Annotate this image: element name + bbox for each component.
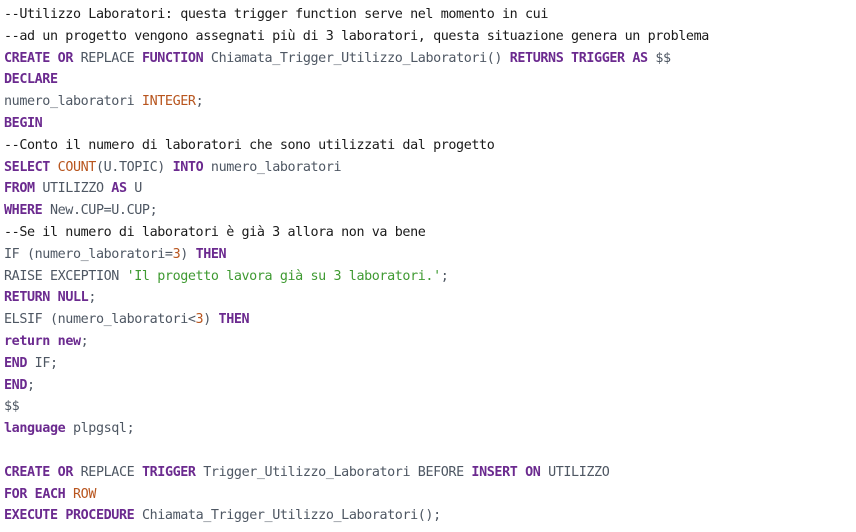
code-punctuation bbox=[50, 160, 58, 175]
code-identifier: (U.TOPIC) bbox=[95, 159, 173, 175]
code-identifier: REPLACE bbox=[72, 50, 142, 66]
code-keyword: TRIGGER bbox=[141, 464, 196, 480]
code-identifier: $$ bbox=[647, 50, 671, 66]
code-comment: --Se il numero di laboratori è già 3 all… bbox=[4, 224, 426, 240]
code-string: 'Il progetto lavora già su 3 laboratori.… bbox=[126, 268, 442, 284]
code-identifier: ) bbox=[203, 312, 219, 328]
code-line: numero_laboratori INTEGER; bbox=[4, 91, 856, 113]
code-identifier: Trigger_Utilizzo_Laboratori BEFORE bbox=[195, 464, 472, 480]
code-punctuation bbox=[50, 334, 58, 349]
code-keyword: BEGIN bbox=[4, 115, 43, 131]
code-keyword: CREATE bbox=[4, 50, 50, 66]
code-identifier: $$ bbox=[4, 399, 20, 415]
code-keyword: language bbox=[4, 421, 66, 437]
code-identifier: IF; bbox=[27, 355, 58, 371]
code-keyword: DECLARE bbox=[4, 72, 58, 88]
code-type: COUNT bbox=[57, 159, 97, 175]
code-line: SELECT COUNT(U.TOPIC) INTO numero_labora… bbox=[4, 157, 856, 179]
code-line: CREATE OR REPLACE TRIGGER Trigger_Utiliz… bbox=[4, 462, 856, 484]
code-keyword: NULL bbox=[57, 290, 89, 306]
code-keyword: INSERT bbox=[471, 464, 518, 480]
code-line: EXECUTE PROCEDURE Chiamata_Trigger_Utili… bbox=[4, 505, 856, 527]
code-line: FOR EACH ROW bbox=[4, 484, 856, 506]
code-keyword: EACH bbox=[34, 486, 66, 502]
code-identifier: Chiamata_Trigger_Utilizzo_Laboratori() bbox=[203, 50, 510, 66]
code-punctuation bbox=[517, 465, 525, 480]
code-line: BEGIN bbox=[4, 113, 856, 135]
code-keyword: OR bbox=[57, 50, 74, 66]
code-punctuation bbox=[50, 290, 58, 305]
code-keyword: PROCEDURE bbox=[65, 508, 135, 524]
code-punctuation bbox=[50, 465, 58, 480]
code-keyword: RETURNS bbox=[509, 50, 564, 66]
code-line: FROM UTILIZZO AS U bbox=[4, 178, 856, 200]
code-line: DECLARE bbox=[4, 69, 856, 91]
code-identifier: plpgsql; bbox=[65, 421, 135, 437]
code-punctuation: ; bbox=[440, 268, 449, 284]
code-keyword: WHERE bbox=[4, 203, 43, 219]
code-keyword: END bbox=[4, 377, 27, 393]
code-comment: --ad un progetto vengono assegnati più d… bbox=[4, 28, 709, 44]
code-keyword: INTO bbox=[172, 159, 204, 175]
code-line: END IF; bbox=[4, 353, 856, 375]
code-line: --Conto il numero di laboratori che sono… bbox=[4, 135, 856, 157]
code-keyword: THEN bbox=[218, 312, 250, 328]
code-type: INTEGER bbox=[141, 94, 196, 110]
code-keyword: TRIGGER bbox=[571, 50, 625, 66]
code-keyword: AS bbox=[111, 181, 127, 197]
code-keyword: RETURN bbox=[4, 290, 50, 306]
code-type: ROW bbox=[73, 486, 96, 502]
code-line: return new; bbox=[4, 331, 856, 353]
code-keyword: FROM bbox=[4, 181, 35, 197]
code-line: IF (numero_laboratori=3) THEN bbox=[4, 244, 856, 266]
code-identifier: numero_laboratori bbox=[203, 159, 342, 175]
code-identifier: RAISE EXCEPTION bbox=[4, 268, 127, 284]
code-line: --ad un progetto vengono assegnati più d… bbox=[4, 26, 856, 48]
code-identifier: numero_laboratori bbox=[4, 94, 142, 110]
code-line: --Utilizzo Laboratori: questa trigger fu… bbox=[4, 4, 856, 26]
code-keyword: OR bbox=[57, 464, 74, 480]
code-punctuation: ; bbox=[80, 333, 89, 349]
code-identifier: New.CUP=U.CUP; bbox=[42, 203, 158, 219]
code-punctuation: ; bbox=[27, 377, 35, 393]
code-line: --Se il numero di laboratori è già 3 all… bbox=[4, 222, 856, 244]
code-comment: --Conto il numero di laboratori che sono… bbox=[4, 137, 495, 153]
sql-code-block: --Utilizzo Laboratori: questa trigger fu… bbox=[0, 0, 856, 532]
code-keyword: CREATE bbox=[4, 464, 50, 480]
code-identifier: U bbox=[126, 181, 142, 197]
code-punctuation bbox=[50, 51, 58, 66]
code-keyword: FUNCTION bbox=[141, 50, 204, 66]
code-punctuation: ; bbox=[88, 290, 96, 306]
code-identifier: REPLACE bbox=[72, 464, 142, 480]
code-line: RAISE EXCEPTION 'Il progetto lavora già … bbox=[4, 266, 856, 288]
code-keyword: THEN bbox=[195, 246, 227, 262]
code-keyword: AS bbox=[632, 50, 648, 66]
code-punctuation bbox=[563, 51, 571, 66]
code-keyword: SELECT bbox=[4, 159, 50, 175]
code-line: language plpgsql; bbox=[4, 418, 856, 440]
code-line: $$ bbox=[4, 396, 856, 418]
code-identifier: IF (numero_laboratori= bbox=[4, 246, 173, 262]
code-identifier: UTILIZZO bbox=[34, 181, 112, 197]
code-punctuation bbox=[27, 487, 35, 502]
code-line: WHERE New.CUP=U.CUP; bbox=[4, 200, 856, 222]
code-line: CREATE OR REPLACE FUNCTION Chiamata_Trig… bbox=[4, 48, 856, 70]
code-identifier: ELSIF (numero_laboratori< bbox=[4, 312, 196, 328]
code-line: END; bbox=[4, 375, 856, 397]
code-punctuation bbox=[65, 487, 73, 502]
code-identifier: Chiamata_Trigger_Utilizzo_Laboratori(); bbox=[134, 508, 441, 524]
code-keyword: FOR bbox=[4, 486, 27, 502]
code-keyword: EXECUTE bbox=[4, 508, 58, 524]
code-punctuation: ; bbox=[195, 94, 204, 110]
code-keyword: END bbox=[4, 355, 27, 371]
code-keyword: return bbox=[4, 333, 50, 349]
code-identifier: ) bbox=[180, 246, 196, 262]
code-identifier: UTILIZZO bbox=[540, 464, 610, 480]
code-keyword: ON bbox=[525, 464, 541, 480]
code-comment: --Utilizzo Laboratori: questa trigger fu… bbox=[4, 7, 548, 22]
code-line: ELSIF (numero_laboratori<3) THEN bbox=[4, 309, 856, 331]
code-keyword: new bbox=[57, 333, 81, 349]
code-line: RETURN NULL; bbox=[4, 287, 856, 309]
